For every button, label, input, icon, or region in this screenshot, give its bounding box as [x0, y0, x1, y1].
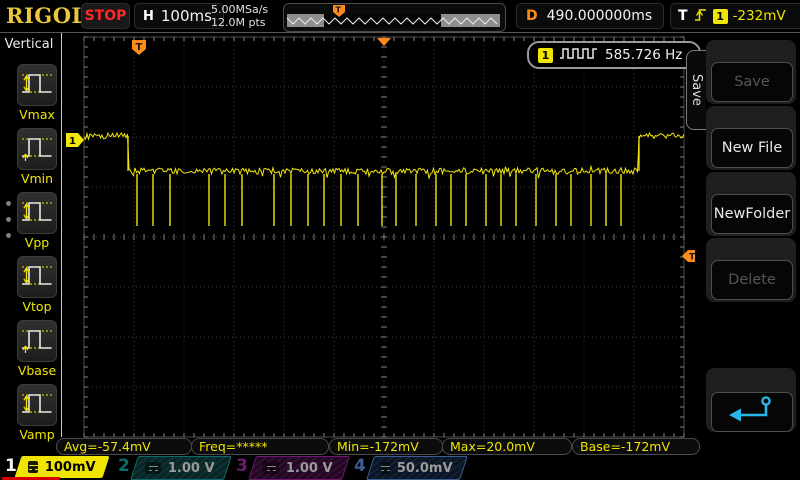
- vamp-label: Vamp: [19, 427, 55, 442]
- frequency-counter: 1 585.726 Hz: [527, 41, 701, 69]
- page-indicator-dot: [6, 201, 11, 206]
- menu-item-vamp[interactable]: Vamp: [14, 384, 60, 442]
- dc-coupling-icon: [145, 462, 161, 474]
- waveform-display: 1 T T: [66, 36, 695, 438]
- dc-coupling-icon: [28, 461, 39, 473]
- channel-4-badge[interactable]: 50.0mV: [366, 456, 468, 480]
- trigger-status-box[interactable]: T 1 -232mV: [670, 3, 800, 29]
- save-button[interactable]: Save: [711, 62, 793, 102]
- svg-text:T: T: [689, 253, 695, 263]
- back-button[interactable]: [711, 392, 793, 432]
- vmin-label: Vmin: [20, 171, 54, 186]
- acquisition-info: 5.00MSa/s 12.0M pts: [211, 3, 268, 29]
- channel-2-number: 2: [118, 456, 130, 476]
- measurement-base: Base=-172mV: [572, 438, 700, 455]
- measurement-avg: Avg=-57.4mV: [56, 438, 192, 455]
- menu-item-vmax[interactable]: Vmax: [14, 64, 60, 122]
- vmin-icon: [19, 131, 55, 167]
- new-folder-button[interactable]: NewFolder: [711, 194, 793, 234]
- channel-4-number: 4: [354, 456, 366, 476]
- svg-text:T: T: [136, 42, 143, 53]
- page-indicator-dot: [6, 217, 11, 222]
- channel-3-scale: 1.00 V: [286, 460, 333, 476]
- oscilloscope-screen: RIGOL STOP H 100ms 5.00MSa/s 12.0M pts T…: [0, 0, 800, 480]
- menu-item-vbase[interactable]: Vbase: [14, 320, 60, 378]
- vtop-icon: [19, 259, 55, 295]
- trigger-label: T: [678, 8, 688, 24]
- counter-value: 585.726 Hz: [605, 47, 683, 63]
- vpp-label: Vpp: [24, 235, 50, 250]
- memory-depth: 12.0M pts: [211, 16, 266, 29]
- menu-item-vpp[interactable]: Vpp: [14, 192, 60, 250]
- vmin-button[interactable]: [17, 128, 57, 170]
- vtop-label: Vtop: [22, 299, 52, 314]
- measurement-min: Min=-172mV: [329, 438, 443, 455]
- menu-tab-label: Save: [689, 74, 704, 106]
- channel-status-bar: 1 100mV 2 1.00 V 3 1.00 V 4 50.0mV: [0, 455, 800, 480]
- vmax-icon: [19, 67, 55, 103]
- new-file-button[interactable]: New File: [711, 128, 793, 168]
- top-status-bar: RIGOL STOP H 100ms 5.00MSa/s 12.0M pts T…: [0, 0, 800, 33]
- menu-item-vmin[interactable]: Vmin: [14, 128, 60, 186]
- rigol-logo: RIGOL: [6, 3, 87, 28]
- channel-1-scale: 100mV: [45, 459, 96, 475]
- vamp-icon: [19, 387, 55, 423]
- vbase-icon: [19, 323, 55, 359]
- vbase-button[interactable]: [17, 320, 57, 362]
- delete-button[interactable]: Delete: [711, 260, 793, 300]
- left-menu-title: Vertical: [4, 37, 54, 52]
- delay-value: 490.000000ms: [546, 8, 653, 24]
- slope-rising-icon: [693, 4, 708, 28]
- svg-text:T: T: [336, 6, 342, 15]
- memory-bar-graphic: T: [286, 5, 500, 27]
- square-wave-icon: [559, 45, 599, 65]
- channel-3-badge[interactable]: 1.00 V: [248, 456, 350, 480]
- svg-text:1: 1: [69, 136, 76, 147]
- vmax-button[interactable]: [17, 64, 57, 106]
- measurement-max: Max=20.0mV: [442, 438, 572, 455]
- vpp-icon: [19, 195, 55, 231]
- channel-2-scale: 1.00 V: [168, 460, 215, 476]
- vbase-label: Vbase: [17, 363, 57, 378]
- channel-2-badge[interactable]: 1.00 V: [130, 456, 232, 480]
- h-label: H: [143, 8, 154, 24]
- vamp-button[interactable]: [17, 384, 57, 426]
- menu-tab-save: Save: [686, 50, 706, 130]
- channel-1-badge[interactable]: 100mV: [14, 456, 110, 478]
- trigger-level-value: -232mV: [732, 8, 786, 24]
- measurement-freq: Freq=*****: [191, 438, 329, 455]
- menu-item-vtop[interactable]: Vtop: [14, 256, 60, 314]
- trigger-source-badge: 1: [712, 8, 728, 24]
- timebase-value: 100ms: [160, 7, 212, 25]
- dc-coupling-icon: [381, 462, 391, 474]
- trigger-delay-box[interactable]: D 490.000000ms: [516, 3, 664, 29]
- vmax-label: Vmax: [19, 107, 55, 122]
- return-arrow-icon: [726, 394, 778, 430]
- counter-channel-badge: 1: [538, 47, 553, 63]
- sample-rate: 5.00MSa/s: [211, 3, 269, 16]
- vpp-button[interactable]: [17, 192, 57, 234]
- channel-4-scale: 50.0mV: [397, 460, 453, 476]
- waveform-memory-bar[interactable]: T: [283, 3, 506, 32]
- channel-3-number: 3: [236, 456, 248, 476]
- delay-label: D: [526, 8, 538, 24]
- vtop-button[interactable]: [17, 256, 57, 298]
- page-indicator-dot: [6, 233, 11, 238]
- dc-coupling-icon: [263, 462, 279, 474]
- run-stop-status[interactable]: STOP: [81, 3, 130, 29]
